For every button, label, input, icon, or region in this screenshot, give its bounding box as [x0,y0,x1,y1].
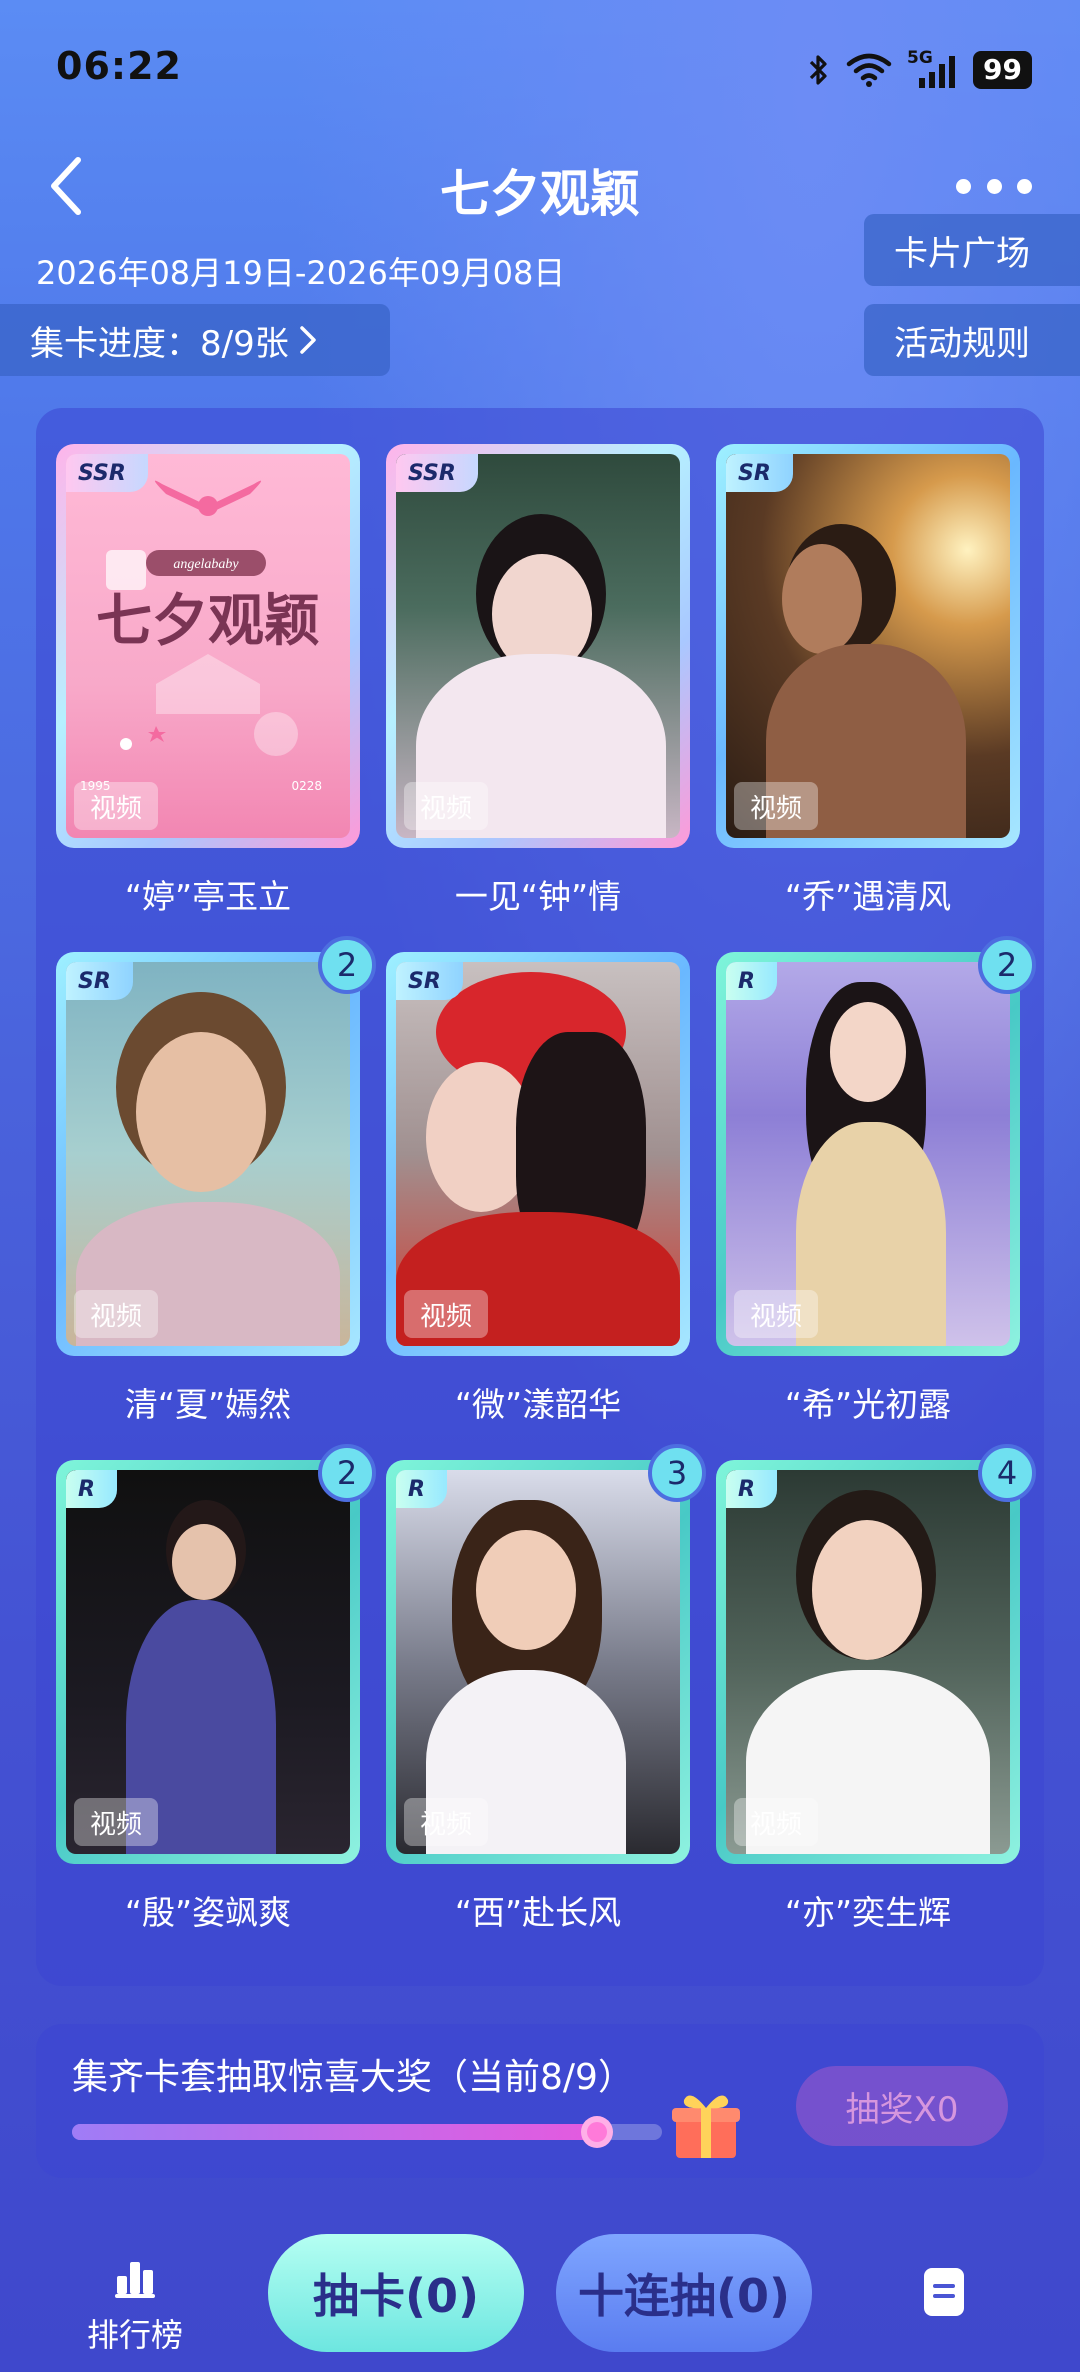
lottery-panel: 集齐卡套抽取惊喜大奖（当前8/9） 抽奖X0 [36,2024,1044,2178]
card-3[interactable]: SR 视频 [716,444,1020,848]
card-4[interactable]: 2 SR 视频 [56,936,376,1356]
card-1-brand: angelababy [173,557,239,572]
card-3-caption: “乔”遇清风 [784,877,952,916]
dot-icon [1017,178,1032,194]
lottery-progress-fill [72,2124,597,2140]
card-6[interactable]: 2 R 视频 [716,936,1036,1356]
rarity-badge: R [396,1470,447,1508]
card-9-image: R 视频 [726,1470,1010,1854]
rarity-badge: SR [396,962,463,1000]
ten-draw-button[interactable]: 十连抽(0) [556,2234,812,2352]
card-2-caption: 一见“钟”情 [454,877,622,916]
collection-progress-label: 集卡进度：8/9张 [30,323,289,364]
video-tag: 视频 [734,1290,819,1338]
lottery-title: 集齐卡套抽取惊喜大奖（当前8/9） [72,2057,634,2098]
collection-progress-button[interactable]: 集卡进度：8/9张 [0,304,390,376]
lottery-progress-knob [580,2116,613,2148]
rarity-badge: SSR [396,454,478,492]
rarity-badge: SR [66,962,133,1000]
chevron-right-icon [299,326,316,354]
lottery-progress-bar [72,2116,662,2148]
card-7[interactable]: 2 R 视频 [56,1444,376,1864]
more-options-button[interactable] [956,168,1032,204]
card-1-right-tag: 0228 [291,779,322,793]
rarity-badge: R [726,962,777,1000]
activity-rules-button[interactable]: 活动规则 [864,304,1080,376]
portrait-art [66,962,350,1346]
leaderboard-button[interactable]: 排行榜 [80,2256,190,2356]
video-tag: 视频 [404,782,489,830]
card-2-image: SSR 视频 [396,454,680,838]
card-poster-art: angelababy 七夕观颖 1995 0228 [80,480,322,793]
card-8-image: R 视频 [396,1470,680,1854]
portrait-art [396,1470,680,1854]
video-tag: 视频 [734,782,819,830]
video-tag: 视频 [74,1798,159,1846]
card-5-image: SR 视频 [396,962,680,1346]
card-9[interactable]: 4 R 视频 [716,1444,1036,1864]
card-square-label: 卡片广场 [894,233,1030,274]
portrait-art [726,1470,1010,1854]
card-2[interactable]: SSR 视频 [386,444,690,848]
card-1[interactable]: SSR angelababy 七夕观颖 1995 0228 视频 [56,444,360,848]
card-1-image: SSR angelababy 七夕观颖 1995 0228 视频 [66,454,350,838]
battery-indicator: 99 [973,51,1032,89]
video-tag: 视频 [74,1290,159,1338]
dot-icon [986,178,1002,194]
card-8-caption: “西”赴长风 [454,1893,622,1932]
card-1-poster-title: 七夕观颖 [96,588,320,654]
card-7-image: R 视频 [66,1470,350,1854]
rarity-badge: SR [726,454,793,492]
card-4-caption: 清“夏”嫣然 [124,1385,292,1424]
card-5[interactable]: SR 视频 [386,952,690,1356]
video-tag: 视频 [404,1798,489,1846]
card-count-badge: 3 [648,1444,706,1502]
signal-icon: 5G [907,48,959,90]
card-5-caption: “微”漾韶华 [454,1385,622,1424]
card-6-image: R 视频 [726,962,1010,1346]
bottom-action-bar: 排行榜 抽卡(0) 十连抽(0) [0,2220,1080,2372]
activity-rules-label: 活动规则 [894,323,1030,364]
card-3-image: SR 视频 [726,454,1010,838]
card-7-caption: “殷”姿飒爽 [124,1893,292,1932]
rarity-badge: R [66,1470,117,1508]
card-count-badge: 2 [978,936,1036,994]
activity-date-range: 2026年08月19日-2026年09月08日 [36,254,566,292]
portrait-art [66,1470,350,1854]
gift-icon [672,2095,740,2158]
status-bar: 06:22 5G 99 [0,0,1080,140]
record-icon[interactable] [918,2266,970,2318]
card-1-caption: “婷”亭玉立 [124,877,292,916]
video-tag: 视频 [734,1798,819,1846]
draw-card-button[interactable]: 抽卡(0) [268,2234,524,2352]
portrait-art [396,962,680,1346]
video-tag: 视频 [404,1290,489,1338]
portrait-art [726,962,1010,1346]
card-count-badge: 2 [318,1444,376,1502]
card-count-badge: 2 [318,936,376,994]
card-count-badge: 4 [978,1444,1036,1502]
portrait-art [396,454,680,838]
video-tag: 视频 [74,782,159,830]
leaderboard-icon [115,2262,155,2298]
leaderboard-label: 排行榜 [86,2316,183,2354]
rarity-badge: R [726,1470,777,1508]
card-8[interactable]: 3 R 视频 [386,1444,706,1864]
status-time: 06:22 [56,44,182,88]
card-6-caption: “希”光初露 [784,1385,952,1424]
bluetooth-icon [809,55,827,85]
card-4-image: SR 视频 [66,962,350,1346]
portrait-art [726,454,1010,838]
card-9-caption: “亦”奕生辉 [784,1893,952,1932]
status-icons: 5G 99 [807,48,1032,92]
rarity-badge: SSR [66,454,148,492]
wifi-icon [846,53,892,87]
dot-icon [956,178,971,194]
lottery-draw-button[interactable]: 抽奖X0 [796,2066,1008,2146]
card-collection-panel: SSR angelababy 七夕观颖 1995 0228 视频 SSR 视频 … [36,408,1044,1986]
card-square-button[interactable]: 卡片广场 [864,214,1080,286]
